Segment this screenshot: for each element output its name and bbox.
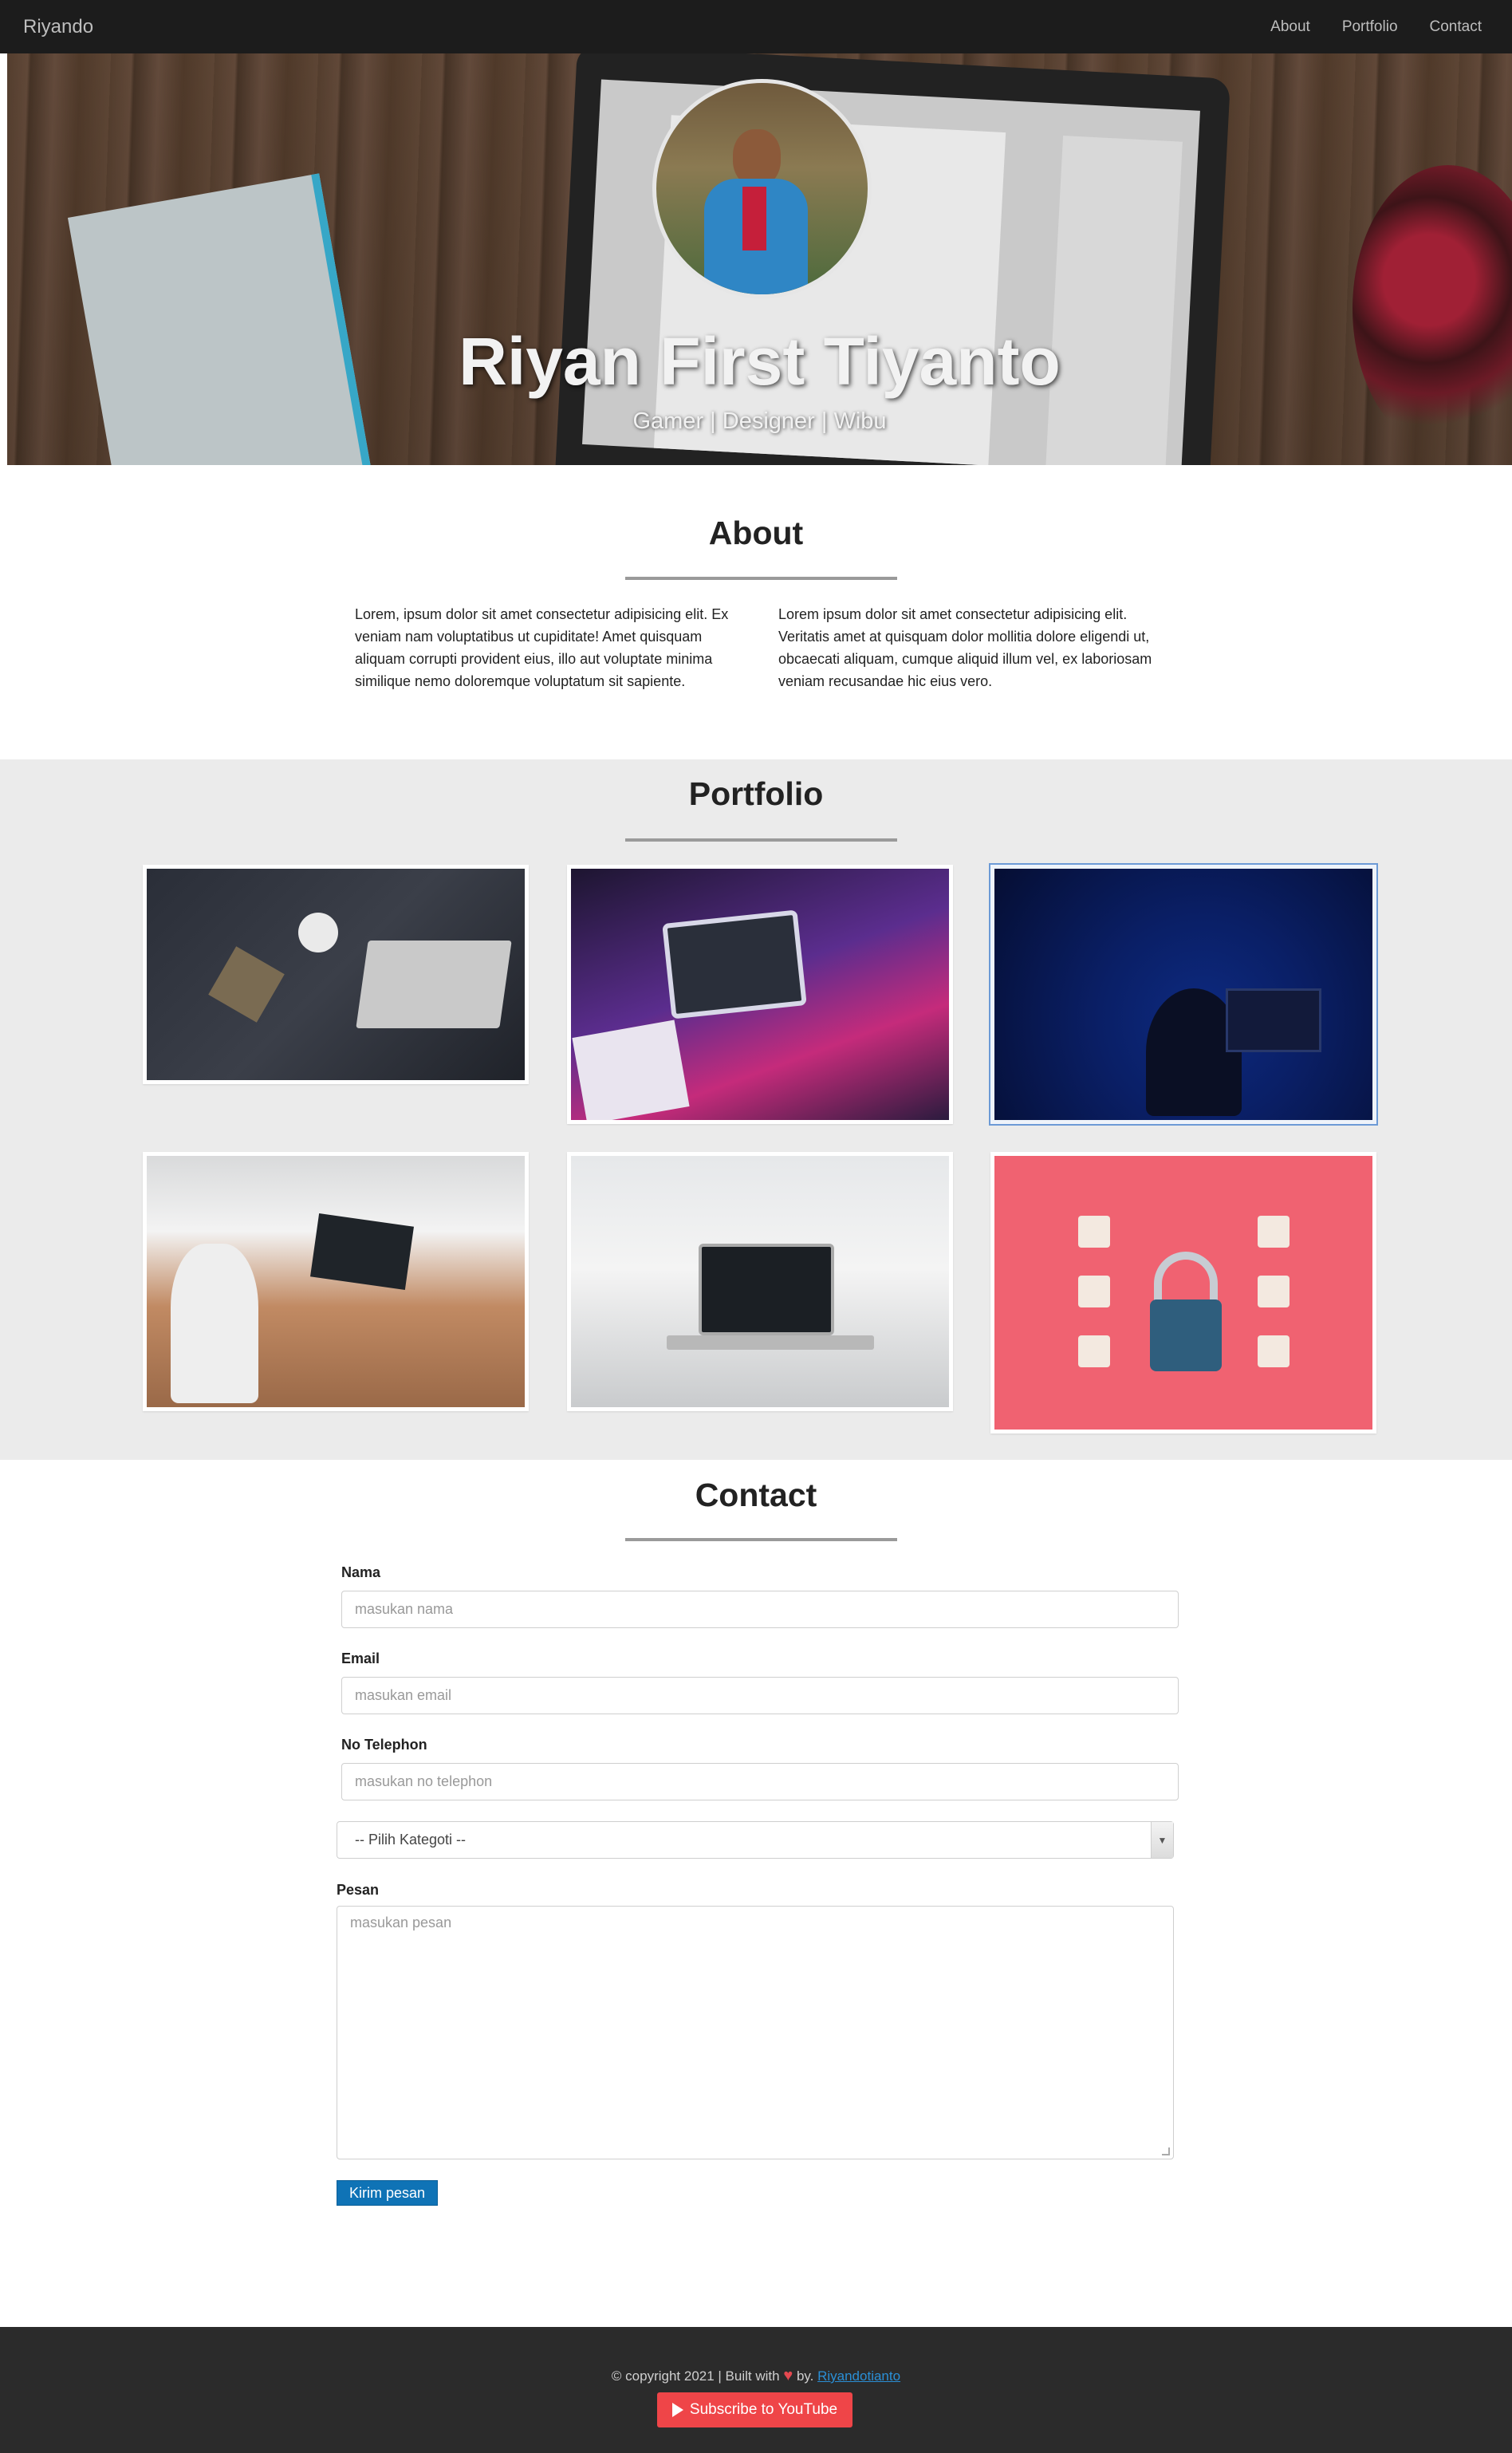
send-message-button[interactable]: Kirim pesan — [337, 2180, 438, 2206]
about-title: About — [708, 515, 804, 551]
category-selected-value: -- Pilih Kategoti -- — [355, 1832, 467, 1848]
phone-lock-icon — [1078, 1335, 1110, 1367]
laptop-graphic — [310, 1213, 414, 1290]
footer: © copyright 2021 | Built with ♥ by. Riya… — [0, 2327, 1512, 2453]
hero-laptop-graphic — [553, 53, 1231, 465]
portfolio-divider — [625, 838, 897, 842]
portfolio-image-cpu-laptop — [147, 869, 525, 1080]
cup-graphic — [298, 913, 338, 952]
cloud-lock-icon — [1258, 1276, 1290, 1307]
footer-copyright: © copyright 2021 | Built with ♥ by. Riya… — [0, 2367, 1512, 2385]
name-input[interactable] — [341, 1591, 1179, 1628]
monitor-graphic — [1226, 988, 1321, 1052]
subscribe-youtube-label: Subscribe to YouTube — [689, 2401, 838, 2418]
portfolio-image-dark-office — [994, 869, 1372, 1120]
home-icon — [1078, 1216, 1110, 1248]
portfolio-item-1[interactable] — [143, 865, 529, 1084]
keyboard-graphic — [667, 1335, 874, 1350]
about-divider — [625, 577, 897, 580]
email-label: Email — [341, 1650, 380, 1666]
portfolio-item-6[interactable] — [990, 1152, 1376, 1434]
portfolio-title: Portfolio — [688, 775, 824, 812]
hero-banner: Riyan First Tiyanto Gamer | Designer | W… — [7, 53, 1512, 465]
message-textarea[interactable] — [337, 1906, 1174, 2159]
contact-title: Contact — [695, 1477, 817, 1513]
shield-icon — [1258, 1216, 1290, 1248]
about-text-left: Lorem, ipsum dolor sit amet consectetur … — [355, 606, 729, 689]
laptop-graphic — [699, 1244, 834, 1335]
portfolio-image-desk-chair — [147, 1156, 525, 1407]
laptop-graphic — [356, 941, 512, 1028]
portfolio-item-2[interactable] — [567, 865, 953, 1124]
portfolio-image-laptop-desk — [571, 1156, 949, 1407]
portfolio-image-security-lock — [994, 1156, 1372, 1430]
padlock-icon — [1078, 1276, 1110, 1307]
sketch-paper-graphic — [572, 1019, 690, 1120]
chair-graphic — [171, 1244, 258, 1403]
profile-avatar — [652, 79, 872, 298]
chevron-down-icon[interactable]: ▼ — [1151, 1822, 1173, 1858]
heart-icon: ♥ — [783, 2367, 793, 2384]
lock-icon — [1150, 1299, 1222, 1371]
laptop-lock-icon — [1258, 1335, 1290, 1367]
portfolio-item-4[interactable] — [143, 1152, 529, 1411]
portfolio-image-coding-tablet — [571, 869, 949, 1120]
email-input[interactable] — [341, 1677, 1179, 1714]
message-label: Pesan — [337, 1882, 380, 1898]
phone-label: No Telephon — [341, 1737, 427, 1753]
contact-divider — [625, 1538, 897, 1541]
copyright-text: © copyright 2021 | Built with — [611, 2368, 780, 2384]
play-icon — [671, 2403, 683, 2417]
nav-links: About Portfolio Contact — [1254, 0, 1498, 53]
hero-name: Riyan First Tiyanto — [459, 324, 1061, 399]
portfolio-item-5[interactable] — [567, 1152, 953, 1411]
nav-link-about[interactable]: About — [1254, 0, 1326, 53]
author-link[interactable]: Riyandotianto — [817, 2368, 900, 2384]
tablet-graphic — [662, 909, 807, 1019]
about-text-right: Lorem ipsum dolor sit amet consectetur a… — [778, 606, 1152, 689]
navbar: Riyando About Portfolio Contact — [0, 0, 1512, 53]
phone-input[interactable] — [341, 1763, 1179, 1800]
portfolio-item-3[interactable] — [990, 865, 1376, 1124]
avatar-shirt — [742, 187, 766, 250]
nav-link-portfolio[interactable]: Portfolio — [1326, 0, 1414, 53]
chip-graphic — [208, 946, 285, 1023]
by-text: by. — [796, 2368, 814, 2384]
subscribe-youtube-button[interactable]: Subscribe to YouTube — [657, 2392, 852, 2427]
hero-tagline: Gamer | Designer | Wibu — [632, 408, 887, 434]
resize-grip-icon[interactable] — [1162, 2147, 1170, 2155]
brand-link[interactable]: Riyando — [23, 0, 93, 53]
name-label: Nama — [341, 1564, 381, 1580]
category-select[interactable]: -- Pilih Kategoti -- ▼ — [337, 1821, 1174, 1859]
nav-link-contact[interactable]: Contact — [1414, 0, 1498, 53]
